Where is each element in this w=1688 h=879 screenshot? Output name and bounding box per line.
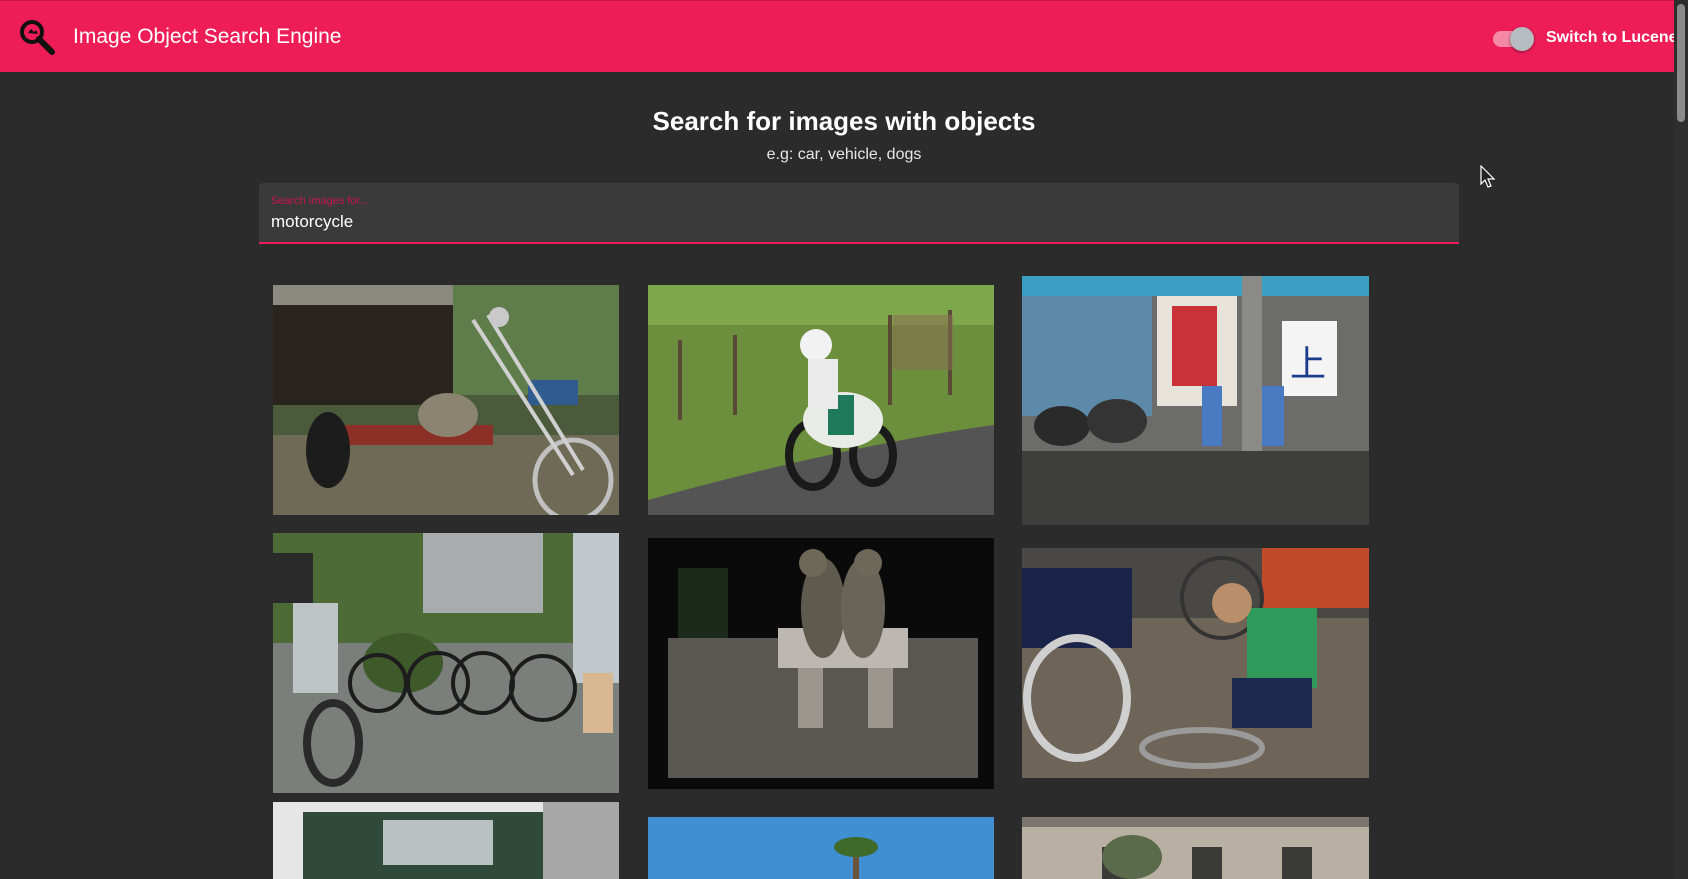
result-image-8[interactable]	[648, 817, 994, 879]
search-input[interactable]	[271, 210, 1441, 234]
result-image-4[interactable]	[273, 533, 619, 793]
result-image-7[interactable]	[273, 802, 619, 879]
app-bar: Image Object Search Engine Switch to Luc…	[0, 0, 1688, 72]
page-heading: Search for images with objects	[652, 106, 1036, 136]
image-search-logo-icon	[20, 20, 55, 55]
search-examples: e.g: car, vehicle, dogs	[766, 146, 922, 163]
result-image-9[interactable]	[1022, 817, 1369, 879]
result-image-1[interactable]	[273, 285, 619, 515]
search-field[interactable]: Search images for...	[259, 183, 1459, 244]
result-image-6[interactable]	[1022, 548, 1369, 778]
toggle-label: Switch to Lucene	[1546, 29, 1678, 46]
search-label: Search images for...	[271, 195, 369, 207]
result-image-5[interactable]	[648, 538, 994, 789]
svg-text:上: 上	[1290, 344, 1326, 385]
result-image-2[interactable]	[648, 285, 994, 515]
lucene-toggle[interactable]: Switch to Lucene	[1493, 25, 1683, 51]
mouse-pointer-icon	[1480, 165, 1496, 188]
toggle-thumb[interactable]	[1510, 27, 1534, 51]
result-image-3[interactable]: 上	[1022, 276, 1369, 525]
app-title: Image Object Search Engine	[73, 25, 342, 48]
scrollbar-thumb[interactable]	[1677, 4, 1685, 122]
